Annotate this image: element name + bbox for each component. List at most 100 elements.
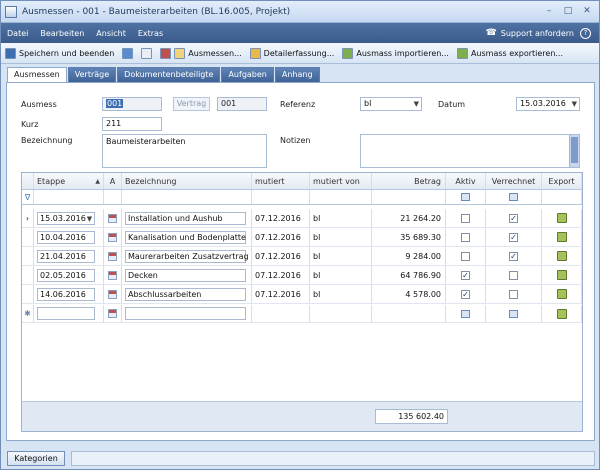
vertrag-button[interactable]: Vertrag (173, 97, 210, 111)
table-row[interactable]: 02.05.2016 Decken 07.12.2016 bl 64 786.90 ✓ (22, 266, 582, 285)
scroll-thumb[interactable] (571, 137, 578, 163)
cell-etappe[interactable]: 15.03.2016 ▼ (34, 209, 104, 227)
filter-etappe[interactable] (34, 190, 104, 204)
new-bezeichnung[interactable] (122, 305, 252, 322)
header-etappe[interactable]: Etappe ▲ (34, 173, 104, 189)
aktiv-checkbox[interactable]: ✓ (461, 270, 470, 280)
tab-anhang[interactable]: Anhang (274, 67, 320, 82)
minimize-button[interactable]: – (542, 6, 556, 18)
header-export[interactable]: Export (542, 173, 582, 189)
etappe-date-picker[interactable]: 15.03.2016 ▼ (37, 211, 96, 225)
aktiv-checkbox[interactable] (461, 232, 470, 242)
notizen-scrollbar[interactable] (569, 135, 579, 167)
table-row[interactable]: 14.06.2016 Abschlussarbeiten 07.12.2016 bl 4… (22, 285, 582, 304)
verrechnet-checkbox[interactable]: ✓ (509, 213, 518, 223)
new-etappe[interactable] (34, 305, 104, 322)
cell-aktiv[interactable]: ✓ (446, 285, 486, 303)
close-button[interactable]: ✕ (580, 6, 594, 18)
cell-verrechnet[interactable]: ✓ (486, 209, 542, 227)
cell-bezeichnung[interactable]: Maurerarbeiten Zusatzvertrag (122, 247, 252, 265)
menu-datei[interactable]: Datei (1, 29, 34, 38)
bezeichnung-input[interactable]: Kanalisation und Bodenplatte (125, 230, 246, 244)
ausmess-field[interactable]: 001 (102, 97, 162, 111)
table-row[interactable]: 10.04.2016 Kanalisation und Bodenplatte 07… (22, 228, 582, 247)
cell-export[interactable] (542, 247, 582, 265)
cell-verrechnet[interactable] (486, 266, 542, 284)
detailerfassung-button[interactable]: Detailerfassung... (249, 47, 334, 59)
kategorien-field[interactable] (71, 451, 595, 466)
bezeichnung-input[interactable]: Maurerarbeiten Zusatzvertrag (125, 249, 249, 263)
verrechnet-checkbox[interactable] (509, 289, 518, 299)
print-button[interactable] (141, 47, 153, 59)
support-button[interactable]: ☎ Support anfordern (486, 28, 574, 38)
verrechnet-checkbox[interactable] (509, 270, 518, 280)
bezeichnung-input[interactable]: Decken (125, 268, 246, 282)
aktiv-checkbox[interactable] (461, 251, 470, 261)
bezeichnung-input[interactable]: Abschlussarbeiten (125, 287, 246, 301)
header-betrag[interactable]: Betrag (372, 173, 446, 189)
filter-verrechnet[interactable] (486, 190, 542, 204)
table-row[interactable]: 21.04.2016 Maurerarbeiten Zusatzvertrag 07… (22, 247, 582, 266)
cell-verrechnet[interactable] (486, 285, 542, 303)
cell-etappe[interactable]: 10.04.2016 (34, 228, 104, 246)
new-bezeichnung-input[interactable] (125, 307, 246, 320)
header-aktiv[interactable]: Aktiv (446, 173, 486, 189)
kurz-field[interactable]: 211 (102, 117, 162, 131)
cell-verrechnet[interactable]: ✓ (486, 247, 542, 265)
cell-a[interactable] (104, 266, 122, 284)
menu-ansicht[interactable]: Ansicht (90, 29, 132, 38)
ausmessen-button[interactable]: Ausmessen... (160, 47, 242, 59)
export-button[interactable]: Ausmass exportieren... (456, 47, 563, 59)
filter-bezeichnung[interactable] (122, 190, 252, 204)
filter-mutiert-von[interactable] (310, 190, 372, 204)
new-a[interactable] (104, 305, 122, 322)
tab-vertraege[interactable]: Verträge (67, 67, 117, 82)
filter-export[interactable] (542, 190, 582, 204)
bezeichnung-field[interactable]: Baumeisterarbeiten (102, 134, 267, 168)
menu-extras[interactable]: Extras (132, 29, 169, 38)
new-aktiv[interactable] (446, 305, 486, 322)
cell-bezeichnung[interactable]: Installation und Aushub (122, 209, 252, 227)
cell-aktiv[interactable] (446, 247, 486, 265)
cell-a[interactable] (104, 228, 122, 246)
cell-aktiv[interactable] (446, 228, 486, 246)
maximize-button[interactable]: □ (561, 6, 575, 18)
cell-bezeichnung[interactable]: Kanalisation und Bodenplatte (122, 228, 252, 246)
table-row[interactable]: › 15.03.2016 ▼ Installation und Aushub 07.12… (22, 209, 582, 228)
etappe-date-picker[interactable]: 02.05.2016 (37, 268, 96, 282)
cell-export[interactable] (542, 228, 582, 246)
cell-bezeichnung[interactable]: Decken (122, 266, 252, 284)
cell-a[interactable] (104, 247, 122, 265)
new-verrechnet[interactable] (486, 305, 542, 322)
etappe-date-picker[interactable]: 21.04.2016 (37, 249, 96, 263)
menu-bearbeiten[interactable]: Bearbeiten (34, 29, 90, 38)
header-a[interactable]: A (104, 173, 122, 189)
etappe-date-picker[interactable]: 10.04.2016 (37, 230, 96, 244)
kategorien-button[interactable]: Kategorien (7, 451, 65, 466)
aktiv-checkbox[interactable]: ✓ (461, 289, 470, 299)
aktiv-checkbox[interactable] (461, 213, 470, 223)
tab-aufgaben[interactable]: Aufgaben (221, 67, 274, 82)
header-mutiert-von[interactable]: mutiert von (310, 173, 372, 189)
save-button[interactable] (122, 47, 134, 59)
vertrag-field[interactable]: 001 (217, 97, 267, 111)
filter-mutiert[interactable] (252, 190, 310, 204)
cell-export[interactable] (542, 285, 582, 303)
notizen-field[interactable] (360, 134, 580, 168)
verrechnet-checkbox[interactable]: ✓ (509, 251, 518, 261)
cell-etappe[interactable]: 21.04.2016 (34, 247, 104, 265)
filter-icon[interactable]: ∇ (22, 190, 34, 204)
etappe-date-picker[interactable]: 14.06.2016 (37, 287, 96, 301)
cell-etappe[interactable]: 02.05.2016 (34, 266, 104, 284)
header-verrechnet[interactable]: Verrechnet (486, 173, 542, 189)
header-bezeichnung[interactable]: Bezeichnung (122, 173, 252, 189)
tab-ausmessen[interactable]: Ausmessen (7, 67, 67, 83)
cell-a[interactable] (104, 209, 122, 227)
new-etappe-input[interactable] (37, 307, 96, 320)
datum-picker[interactable]: 15.03.2016 ▼ (516, 97, 580, 111)
new-export[interactable] (542, 305, 582, 322)
tab-dokumentenbeteiligte[interactable]: Dokumentenbeteiligte (117, 67, 221, 82)
filter-betrag[interactable] (372, 190, 446, 204)
cell-aktiv[interactable] (446, 209, 486, 227)
cell-a[interactable] (104, 285, 122, 303)
